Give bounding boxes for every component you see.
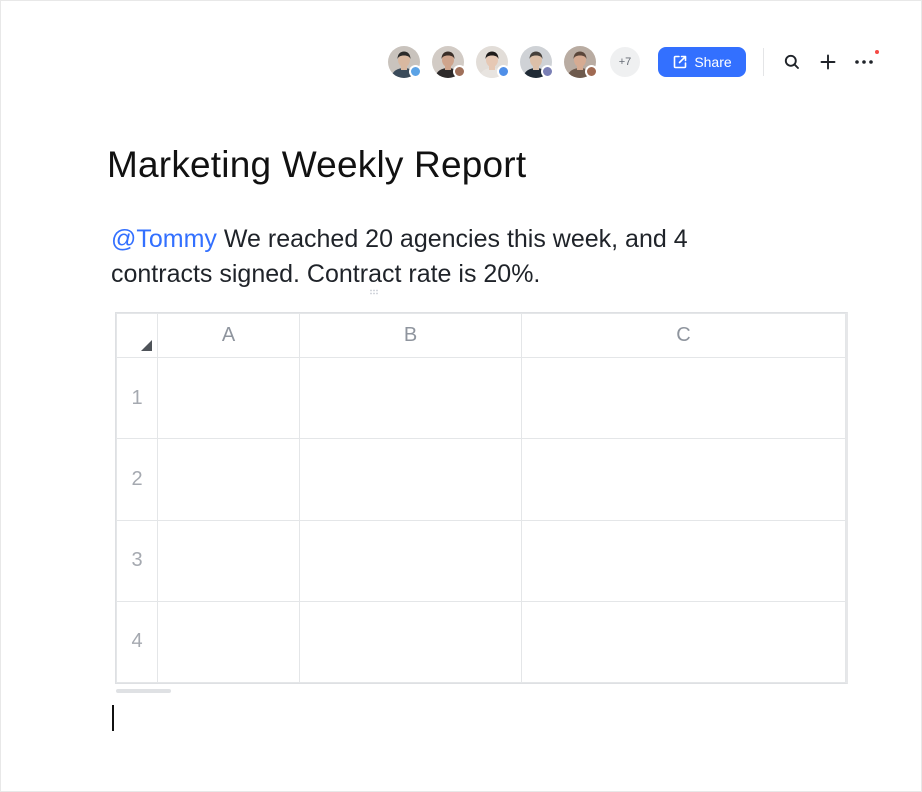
table-row: 1	[116, 356, 846, 440]
table-row: 4	[116, 600, 846, 684]
more-collaborators-badge[interactable]: +7	[610, 47, 640, 77]
presence-status-dot	[453, 65, 466, 78]
document-toolbar: +7 Share	[388, 44, 888, 80]
row-header-3[interactable]: 3	[116, 519, 158, 602]
notification-dot	[875, 50, 879, 54]
row-header-4[interactable]: 4	[116, 600, 158, 684]
sheet-horizontal-scrollbar[interactable]	[116, 689, 171, 693]
row-header-1[interactable]: 1	[116, 356, 158, 440]
plus-icon[interactable]	[816, 50, 840, 74]
report-paragraph[interactable]: @Tommy We reached 20 agencies this week,…	[111, 222, 771, 292]
select-all-triangle-icon	[141, 340, 152, 351]
column-header-b[interactable]: B	[299, 313, 522, 358]
more-icon[interactable]	[852, 50, 879, 74]
table-row: 2	[116, 438, 846, 521]
avatar[interactable]	[564, 46, 598, 78]
presence-status-dot	[497, 65, 510, 78]
cell-b4[interactable]	[299, 600, 522, 684]
cell-b3[interactable]	[299, 519, 522, 602]
avatar[interactable]	[520, 46, 554, 78]
block-drag-handle-icon[interactable]	[369, 289, 379, 295]
page-title[interactable]: Marketing Weekly Report	[107, 143, 526, 187]
cell-a3[interactable]	[157, 519, 300, 602]
cell-c4[interactable]	[521, 600, 846, 684]
share-button-label: Share	[694, 54, 732, 70]
avatar[interactable]	[476, 46, 510, 78]
cell-a4[interactable]	[157, 600, 300, 684]
presence-status-dot	[409, 65, 422, 78]
collaborator-avatars	[388, 46, 608, 78]
share-edit-icon	[674, 55, 687, 69]
sheet-grid: A B C 1 2 3 4	[116, 313, 846, 684]
avatar[interactable]	[388, 46, 422, 78]
presence-status-dot	[585, 65, 598, 78]
row-header-2[interactable]: 2	[116, 438, 158, 521]
cell-c1[interactable]	[521, 356, 846, 440]
share-button[interactable]: Share	[658, 47, 746, 77]
table-row: 3	[116, 519, 846, 602]
search-icon[interactable]	[780, 50, 804, 74]
presence-status-dot	[541, 65, 554, 78]
cell-c2[interactable]	[521, 438, 846, 521]
avatar[interactable]	[432, 46, 466, 78]
column-header-c[interactable]: C	[521, 313, 846, 358]
embedded-sheet: A B C 1 2 3 4	[115, 312, 848, 684]
mention-link[interactable]: @Tommy	[111, 225, 217, 253]
select-all-corner[interactable]	[116, 313, 158, 358]
cell-b1[interactable]	[299, 356, 522, 440]
column-header-a[interactable]: A	[157, 313, 300, 358]
cell-b2[interactable]	[299, 438, 522, 521]
cell-a1[interactable]	[157, 356, 300, 440]
cell-a2[interactable]	[157, 438, 300, 521]
toolbar-divider	[763, 48, 764, 76]
cell-c3[interactable]	[521, 519, 846, 602]
text-cursor	[112, 705, 114, 731]
